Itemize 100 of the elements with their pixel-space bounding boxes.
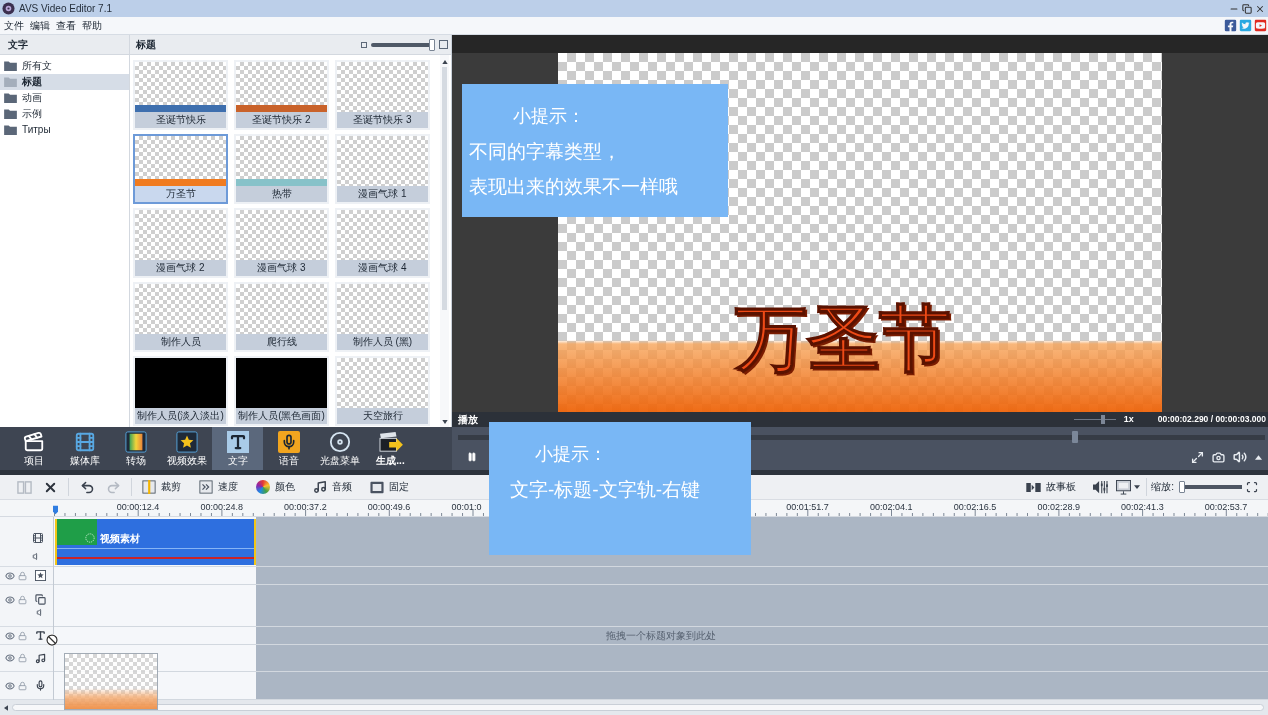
folder-icon <box>4 109 17 119</box>
video-clip[interactable]: 视频素材 <box>55 519 256 565</box>
split-film-icon <box>16 479 32 495</box>
lock-icon <box>18 680 27 691</box>
restore-button[interactable] <box>1242 3 1252 14</box>
vertical-scrollbar[interactable] <box>440 55 449 427</box>
mode-tab[interactable]: 语音 <box>263 427 314 470</box>
panel-title: 文字 <box>8 39 28 50</box>
speed-button[interactable]: 速度 <box>199 480 238 494</box>
scroll-left-icon <box>4 704 8 711</box>
facebook-icon[interactable] <box>1224 19 1237 32</box>
title-thumbnail[interactable]: 漫画气球 2 <box>133 208 228 278</box>
mode-tab[interactable]: 媒体库 <box>59 427 110 470</box>
film-icon <box>31 532 45 544</box>
undo-icon <box>79 479 95 495</box>
lock-icon <box>18 630 27 641</box>
freeze-frame-button[interactable]: 固定 <box>370 480 409 494</box>
close-button[interactable] <box>1255 3 1265 14</box>
film-icon <box>73 431 96 453</box>
preview-title-text: 万圣节 <box>735 302 951 374</box>
window-title: AVS Video Editor 7.1 <box>19 3 113 14</box>
title-thumbnail[interactable]: 天空旅行 <box>335 356 430 426</box>
scrollbar-thumb[interactable] <box>12 704 1264 711</box>
slider-thumb[interactable] <box>1178 481 1185 493</box>
title-thumbnail[interactable]: 万圣节 <box>133 134 228 204</box>
mode-tab[interactable]: 文字 <box>212 427 263 470</box>
lock-icon <box>18 570 27 581</box>
title-thumbnail[interactable]: 制作人员 (黑) <box>335 282 430 352</box>
redo-icon <box>105 479 121 495</box>
speed-label: 1x <box>1123 415 1134 424</box>
title-thumbnail[interactable]: 漫画气球 4 <box>335 208 430 278</box>
lock-icon <box>18 594 27 605</box>
ruler-time-label: 00:02:53.7 <box>1204 503 1248 512</box>
menu-item[interactable]: 帮助 <box>82 20 102 31</box>
storyboard-button[interactable]: 故事板 <box>1026 482 1077 492</box>
playback-status: 播放 <box>458 414 478 425</box>
title-thumbnail[interactable]: 圣诞节快乐 2 <box>234 60 329 130</box>
fit-to-window-button[interactable] <box>1246 481 1258 493</box>
speaker-icon <box>1233 450 1247 464</box>
folder-icon <box>4 77 17 87</box>
folder-item[interactable]: 标题 <box>0 74 129 90</box>
title-thumbnail[interactable]: 漫画气球 1 <box>335 134 430 204</box>
folder-item[interactable]: 示例 <box>0 106 129 122</box>
undo-button[interactable] <box>79 479 95 495</box>
eye-icon <box>5 594 15 605</box>
title-thumbnail[interactable]: 圣诞节快乐 3 <box>335 60 430 130</box>
trim-button[interactable]: 裁剪 <box>142 480 181 494</box>
mode-tab[interactable]: 项目 <box>8 427 59 470</box>
title-thumbnail[interactable]: 制作人员(黑色画面) <box>234 356 329 426</box>
clapperboard-icon <box>22 431 45 453</box>
restore-icon <box>1242 3 1252 14</box>
expand-controls-button[interactable] <box>1255 454 1262 460</box>
snapshot-button[interactable] <box>1212 450 1225 464</box>
menu-item[interactable]: 文件 <box>4 20 24 31</box>
scrollbar-thumb[interactable] <box>442 67 447 310</box>
microphone-icon <box>35 680 46 691</box>
clapperboard-arrow-icon <box>378 431 403 453</box>
audio-mixer-button[interactable] <box>1092 480 1109 494</box>
caret-up-icon <box>1255 454 1262 460</box>
tip-text: 文字-标题-文字轨-右键 <box>510 478 700 502</box>
app-icon <box>2 2 15 15</box>
title-thumbnail[interactable]: 爬行线 <box>234 282 329 352</box>
menu-item[interactable]: 查看 <box>56 20 76 31</box>
thumbnail-size-slider[interactable] <box>371 38 435 51</box>
title-thumbnail[interactable]: 制作人员(淡入淡出) <box>133 356 228 426</box>
slider-thumb[interactable] <box>1101 415 1106 424</box>
folder-item[interactable]: Титры <box>0 122 129 138</box>
scroll-up-icon <box>441 60 448 64</box>
mode-tab[interactable]: 生成... <box>365 427 416 470</box>
title-thumbnail[interactable]: 漫画气球 3 <box>234 208 329 278</box>
folder-icon <box>4 61 17 71</box>
color-button[interactable]: 颜色 <box>256 480 295 494</box>
playhead-icon[interactable] <box>53 505 58 515</box>
music-note-icon <box>35 652 46 664</box>
expand-icon <box>1191 450 1204 464</box>
folder-item[interactable]: 动画 <box>0 90 129 106</box>
mode-tab[interactable]: 视频效果 <box>161 427 212 470</box>
volume-button[interactable] <box>1233 450 1247 464</box>
large-square-icon <box>439 40 448 49</box>
mode-tab[interactable]: 光盘菜单 <box>314 427 365 470</box>
fullscreen-button[interactable] <box>1191 450 1204 464</box>
audio-button[interactable]: 音频 <box>313 480 352 494</box>
seek-thumb[interactable] <box>1072 431 1079 443</box>
menu-item[interactable]: 编辑 <box>30 20 50 31</box>
timeline-zoom-slider[interactable] <box>1180 481 1242 493</box>
horizontal-scrollbar[interactable] <box>0 700 1268 715</box>
title-thumbnail[interactable]: 热带 <box>234 134 329 204</box>
copy-icon <box>35 594 46 605</box>
title-thumbnail[interactable]: 制作人员 <box>133 282 228 352</box>
speed-slider[interactable] <box>1073 415 1116 424</box>
slider-thumb[interactable] <box>428 38 435 51</box>
mode-tab[interactable]: 转场 <box>110 427 161 470</box>
title-thumbnail[interactable]: 圣诞节快乐 <box>133 60 228 130</box>
folder-item[interactable]: 所有文 <box>0 58 129 74</box>
pause-button[interactable] <box>467 452 477 462</box>
display-button[interactable] <box>1116 479 1141 495</box>
youtube-icon[interactable] <box>1254 19 1267 32</box>
speaker-sliders-icon <box>1092 480 1109 494</box>
screen-icon <box>370 480 384 494</box>
ruler-time-label: 00:01:0 <box>451 503 482 512</box>
